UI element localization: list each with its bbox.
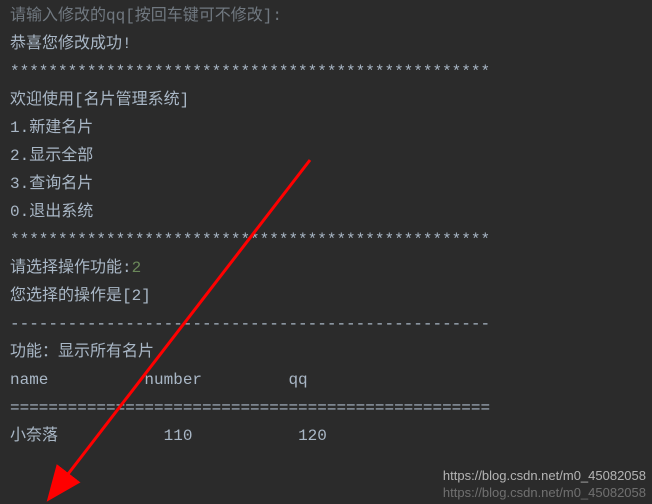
separator-stars: ****************************************… [10, 58, 642, 86]
separator-equals: ========================================… [10, 394, 642, 422]
table-header: name number qq [10, 366, 642, 394]
success-msg: 恭喜您修改成功! [10, 30, 642, 58]
menu-item-0: 0.退出系统 [10, 198, 642, 226]
watermark: https://blog.csdn.net/m0_45082058 https:… [443, 468, 646, 502]
separator-dashes: ----------------------------------------… [10, 310, 642, 338]
table-row: 小奈落 110 120 [10, 422, 642, 450]
separator-stars: ****************************************… [10, 226, 642, 254]
user-input: 2 [132, 259, 142, 277]
welcome-line: 欢迎使用[名片管理系统] [10, 86, 642, 114]
function-label: 功能：显示所有名片 [10, 338, 642, 366]
select-prompt: 请选择操作功能:2 [10, 254, 642, 282]
menu-item-3: 3.查询名片 [10, 170, 642, 198]
chosen-line: 您选择的操作是[2] [10, 282, 642, 310]
menu-item-2: 2.显示全部 [10, 142, 642, 170]
menu-item-1: 1.新建名片 [10, 114, 642, 142]
prev-prompt-line: 请输入修改的qq[按回车键可不修改]: [10, 2, 642, 30]
